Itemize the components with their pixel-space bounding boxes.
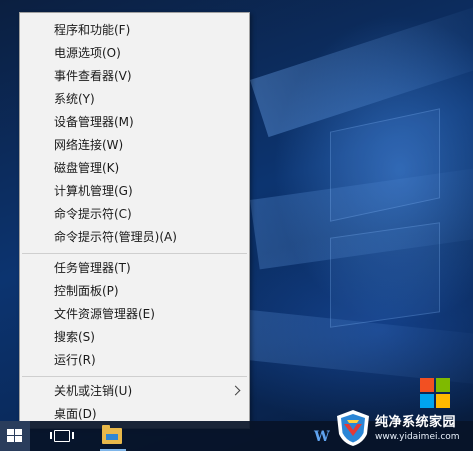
menu-item-label: 命令提示符(管理员)(A): [54, 230, 177, 244]
watermark-title: 纯净系统家园: [375, 415, 457, 430]
menu-item-label: 网络连接(W): [54, 138, 124, 152]
menu-item-command-prompt[interactable]: 命令提示符(C): [20, 203, 249, 226]
menu-item-label: 控制面板(P): [54, 284, 119, 298]
menu-item-disk-management[interactable]: 磁盘管理(K): [20, 157, 249, 180]
menu-item-shutdown-signout[interactable]: 关机或注销(U): [20, 380, 249, 403]
menu-item-file-explorer[interactable]: 文件资源管理器(E): [20, 303, 249, 326]
menu-item-label: 关机或注销(U): [54, 384, 133, 398]
menu-item-network-connections[interactable]: 网络连接(W): [20, 134, 249, 157]
menu-item-label: 文件资源管理器(E): [54, 307, 155, 321]
menu-item-label: 事件查看器(V): [54, 69, 132, 83]
menu-separator: [22, 376, 247, 377]
shield-logo-icon: [337, 410, 369, 446]
file-explorer-icon: [102, 425, 122, 444]
menu-item-label: 设备管理器(M): [54, 115, 134, 129]
menu-item-programs-features[interactable]: 程序和功能(F): [20, 19, 249, 42]
taskbar-partial-text: W: [314, 429, 330, 445]
menu-item-label: 任务管理器(T): [54, 261, 131, 275]
menu-item-device-manager[interactable]: 设备管理器(M): [20, 111, 249, 134]
winx-context-menu: 程序和功能(F) 电源选项(O) 事件查看器(V) 系统(Y) 设备管理器(M)…: [19, 12, 250, 429]
menu-item-system[interactable]: 系统(Y): [20, 88, 249, 111]
wallpaper-window-pane: [330, 222, 440, 328]
menu-item-label: 程序和功能(F): [54, 23, 131, 37]
menu-item-run[interactable]: 运行(R): [20, 349, 249, 372]
menu-item-task-manager[interactable]: 任务管理器(T): [20, 257, 249, 280]
menu-item-computer-management[interactable]: 计算机管理(G): [20, 180, 249, 203]
menu-item-label: 电源选项(O): [54, 46, 121, 60]
microsoft-logo-icon: [420, 378, 450, 408]
file-explorer-button[interactable]: [100, 421, 126, 451]
watermark-url: www.yidaimei.com: [375, 432, 460, 442]
windows-logo-icon: [7, 429, 23, 443]
task-view-button[interactable]: [48, 421, 76, 451]
menu-separator: [22, 253, 247, 254]
menu-item-label: 系统(Y): [54, 92, 95, 106]
task-view-icon: [50, 430, 74, 442]
menu-item-label: 磁盘管理(K): [54, 161, 120, 175]
menu-item-control-panel[interactable]: 控制面板(P): [20, 280, 249, 303]
menu-item-search[interactable]: 搜索(S): [20, 326, 249, 349]
menu-item-label: 搜索(S): [54, 330, 95, 344]
menu-item-power-options[interactable]: 电源选项(O): [20, 42, 249, 65]
menu-item-event-viewer[interactable]: 事件查看器(V): [20, 65, 249, 88]
site-watermark: 纯净系统家园 www.yidaimei.com: [333, 408, 469, 448]
start-button[interactable]: [0, 421, 30, 451]
menu-item-label: 命令提示符(C): [54, 207, 132, 221]
menu-item-label: 运行(R): [54, 353, 96, 367]
menu-item-label: 计算机管理(G): [54, 184, 133, 198]
chevron-right-icon: [230, 385, 241, 396]
menu-item-command-prompt-admin[interactable]: 命令提示符(管理员)(A): [20, 226, 249, 249]
menu-item-label: 桌面(D): [54, 407, 97, 421]
